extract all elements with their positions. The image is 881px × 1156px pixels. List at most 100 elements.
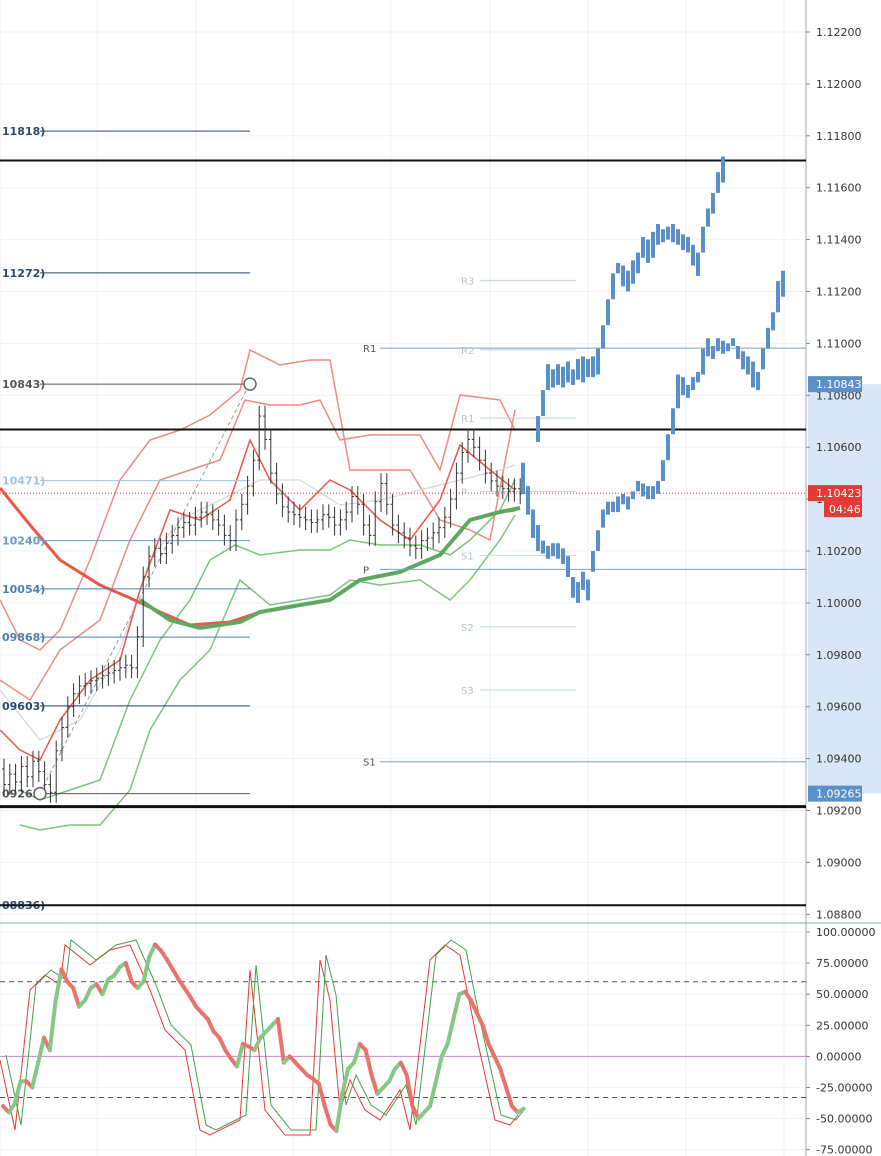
osc-series-segment <box>451 992 462 1022</box>
renko-brick-upper <box>621 265 625 287</box>
osc-axis-tick-label: 50.00000 <box>816 988 869 1001</box>
renko-brick-upper <box>656 224 660 245</box>
pivot-label: P <box>461 487 467 498</box>
osc-series-segment <box>428 1079 438 1109</box>
renko-brick-upper <box>676 229 680 245</box>
renko-brick-lower <box>746 356 750 375</box>
osc-series-segment <box>82 985 93 1003</box>
price-badge-label: 1.10423 <box>816 487 862 500</box>
osc-series-segment <box>480 1023 491 1046</box>
renko-brick-upper <box>721 156 725 183</box>
renko-brick-lower <box>661 460 665 481</box>
renko-brick-upper <box>636 252 640 274</box>
osc-series-segment <box>445 1017 456 1046</box>
lower-band-outer <box>19 514 516 831</box>
renko-brick-upper <box>561 366 565 388</box>
renko-brick-lower <box>691 377 695 391</box>
pivot-label: S3 <box>461 686 474 697</box>
fib-label: 11818) <box>2 125 45 138</box>
renko-brick-lower <box>636 480 640 492</box>
renko-brick-upper <box>581 356 585 383</box>
renko-brick-lower <box>616 496 620 513</box>
renko-brick-upper <box>691 244 695 266</box>
pivot-label: S2 <box>461 623 474 634</box>
pivot-label: P <box>363 565 369 576</box>
renko-brick-upper <box>551 369 555 388</box>
fib-anchor-low <box>33 786 47 801</box>
axis-tick-label: 1.11200 <box>816 286 862 299</box>
renko-brick-upper <box>706 208 710 227</box>
fib-label: 09603) <box>2 700 45 713</box>
renko-brick-upper <box>671 224 675 243</box>
renko-brick-lower <box>716 338 720 352</box>
pivot-label: R1 <box>461 414 474 425</box>
osc-axis-tick-label: 100.00000 <box>816 926 876 939</box>
axis-tick-label: 1.09600 <box>816 701 862 714</box>
osc-series-segment <box>59 967 70 984</box>
renko-brick-lower <box>606 501 610 515</box>
renko-brick-lower <box>651 486 655 500</box>
renko-brick-lower <box>671 408 675 435</box>
axis-tick-label: 1.12000 <box>816 78 862 91</box>
renko-brick-upper <box>641 237 645 258</box>
renko-brick-upper <box>606 299 610 326</box>
renko-brick-lower <box>726 343 730 352</box>
renko-brick-upper <box>541 390 545 417</box>
renko-brick-lower <box>556 543 560 559</box>
axis-tick-label: 1.09400 <box>816 753 862 766</box>
fib-label: 10054) <box>2 583 45 596</box>
renko-brick-upper <box>631 260 635 284</box>
osc-series-segment <box>352 1041 362 1065</box>
renko-brick-lower <box>586 579 590 601</box>
renko-brick-upper <box>596 348 600 375</box>
fib-label: 10240) <box>2 535 45 548</box>
renko-brick-lower <box>546 545 550 559</box>
osc-series-segment <box>439 1041 450 1059</box>
renko-brick-lower <box>731 338 735 346</box>
osc-axis-tick-label: 25.00000 <box>816 1019 869 1032</box>
osc-series-segment <box>486 1041 497 1059</box>
axis-tick-label: 1.11800 <box>816 130 862 143</box>
renko-brick-lower <box>736 345 740 359</box>
axis-tick-label: 1.09200 <box>816 805 862 818</box>
axis-tick-label: 1.12200 <box>816 26 862 39</box>
renko-brick-lower <box>776 281 780 313</box>
renko-brick-lower <box>656 480 660 494</box>
renko-brick-lower <box>756 371 760 391</box>
axis-tick-label: 1.11400 <box>816 234 862 247</box>
renko-brick-lower <box>551 543 555 557</box>
osc-series-segment <box>36 1035 46 1065</box>
renko-brick-lower <box>536 525 540 551</box>
ma-green-thick <box>138 506 521 631</box>
osc-series-segment <box>504 1085 514 1109</box>
axis-tick-label: 1.08800 <box>816 908 862 921</box>
axis-tick-label: 1.09800 <box>816 649 862 662</box>
osc-series-segment <box>369 1073 380 1096</box>
renko-brick-upper <box>681 234 685 250</box>
renko-brick-lower <box>681 377 685 396</box>
renko-brick-lower <box>576 582 580 603</box>
renko-brick-upper <box>556 364 560 385</box>
osc-axis-tick-label: -25.00000 <box>816 1082 872 1095</box>
osc-series-segment <box>363 1048 374 1078</box>
renko-brick-lower <box>621 493 625 505</box>
renko-brick-upper <box>611 273 615 300</box>
renko-brick-upper <box>686 237 690 253</box>
renko-brick-upper <box>536 416 540 443</box>
renko-brick-upper <box>696 252 700 276</box>
renko-brick-lower <box>581 571 585 590</box>
renko-brick-lower <box>641 483 645 497</box>
osc-series-segment <box>492 1054 503 1071</box>
axis-tick-label: 1.09000 <box>816 856 862 869</box>
renko-brick-upper <box>666 226 670 240</box>
renko-brick-upper <box>576 358 580 380</box>
renko-brick-lower <box>721 340 725 354</box>
renko-brick-upper <box>591 356 595 378</box>
osc-series-segment <box>123 961 134 984</box>
osc-series-segment <box>217 1035 228 1053</box>
renko-brick-lower <box>601 509 605 528</box>
upper-band-inner <box>0 394 516 702</box>
fib-anchor-high <box>243 377 257 391</box>
pivot-label: R2 <box>461 346 474 357</box>
renko-brick-lower <box>741 351 745 370</box>
